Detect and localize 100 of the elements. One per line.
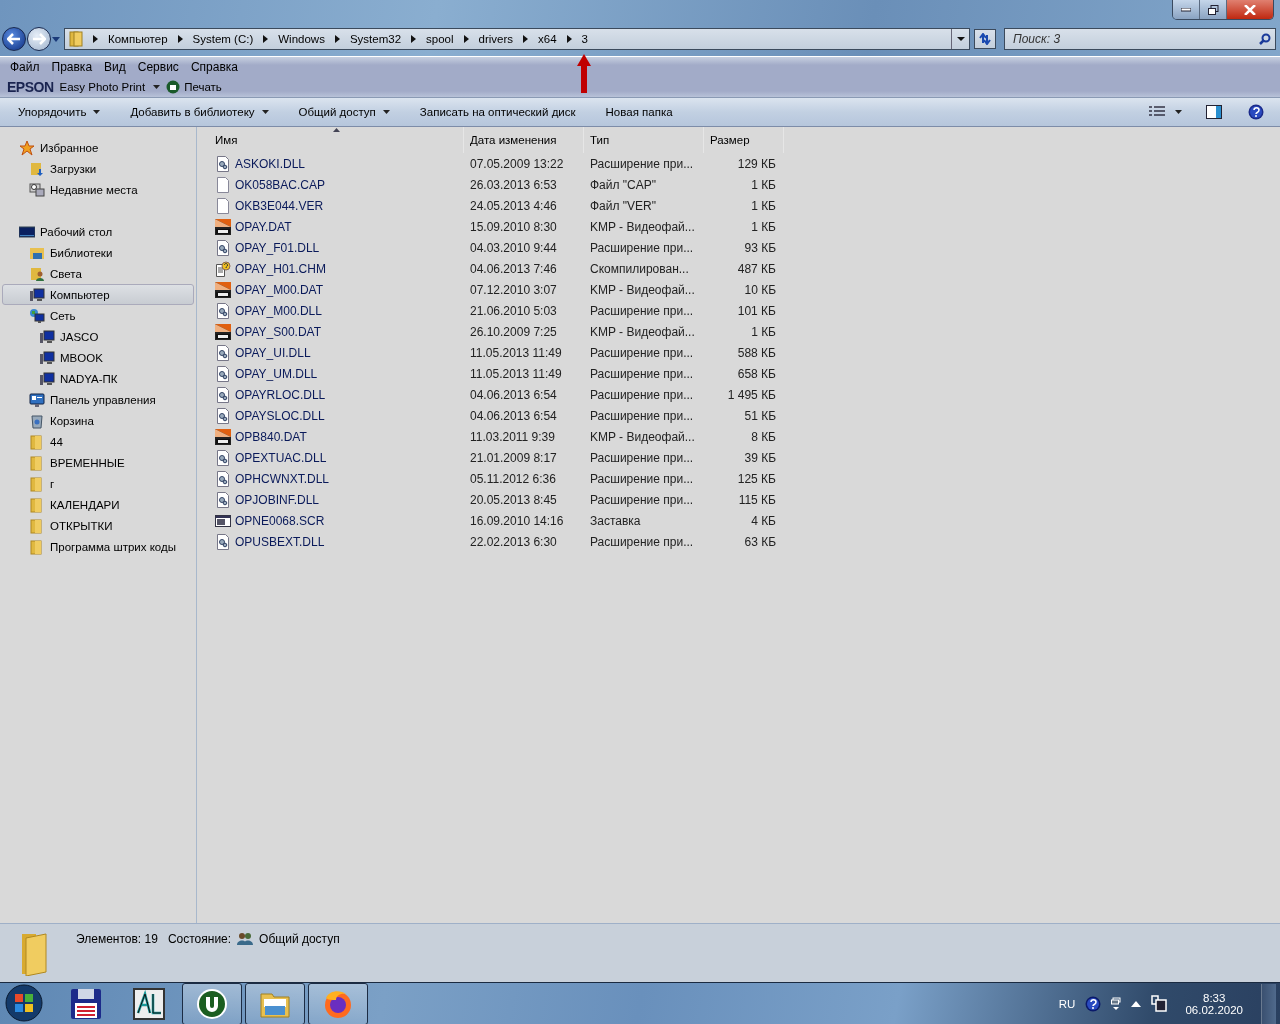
sidebar-item[interactable]: Сеть — [2, 305, 194, 326]
refresh-button[interactable] — [974, 29, 996, 49]
chevron-icon[interactable] — [177, 35, 183, 43]
chevron-icon[interactable] — [463, 35, 469, 43]
torrent-icon[interactable] — [196, 987, 228, 1020]
close-button[interactable] — [1227, 0, 1273, 19]
breadcrumb[interactable]: spool — [426, 33, 454, 45]
file-name[interactable]: OPNE0068.SCR — [235, 513, 325, 528]
chevron-icon[interactable] — [523, 35, 529, 43]
search-field[interactable]: Поиск: 3 — [1004, 28, 1276, 50]
file-name[interactable]: OPAY.DAT — [235, 219, 292, 234]
breadcrumb[interactable]: 3 — [581, 33, 588, 45]
help-button[interactable] — [1248, 104, 1264, 120]
file-name[interactable]: OPAY_F01.DLL — [235, 240, 320, 255]
taskbar-button[interactable] — [245, 982, 305, 1024]
toolbar-button[interactable]: Добавить в библиотеку — [122, 100, 277, 124]
sidebar-item[interactable]: Загрузки — [2, 158, 194, 179]
file-name[interactable]: OPJOBINF.DLL — [235, 492, 320, 507]
menu-item[interactable]: Файл — [4, 60, 46, 74]
history-dropdown-icon[interactable] — [52, 36, 60, 42]
network-icon[interactable] — [1151, 994, 1168, 1013]
breadcrumb[interactable]: Windows — [278, 33, 325, 45]
search-icon[interactable] — [1259, 33, 1271, 45]
toolbar-button[interactable]: Новая папка — [597, 100, 681, 124]
file-name[interactable]: OPUSBEXT.DLL — [235, 534, 325, 549]
file-name[interactable]: OPAY_M00.DAT — [235, 282, 324, 297]
clock[interactable]: 8:33 06.02.2020 — [1177, 991, 1251, 1016]
chevron-icon[interactable] — [411, 35, 417, 43]
help-icon[interactable] — [1085, 995, 1102, 1012]
menu-item[interactable]: Правка — [45, 60, 99, 74]
language-indicator[interactable]: RU — [1058, 997, 1076, 1010]
column-header[interactable]: Тип — [584, 127, 704, 153]
file-name[interactable]: OK058BAC.CAP — [235, 177, 326, 192]
taskbar-button[interactable] — [182, 982, 242, 1024]
sidebar-item[interactable]: Программа штрих коды — [2, 536, 194, 557]
minimize-button[interactable] — [1173, 0, 1200, 19]
sidebar-item[interactable]: Корзина — [2, 410, 194, 431]
breadcrumb[interactable]: System (C:) — [192, 33, 254, 45]
file-name[interactable]: OPHCWNXT.DLL — [235, 471, 329, 486]
sidebar-item[interactable]: ВРЕМЕННЫЕ — [2, 452, 194, 473]
network-icon — [29, 307, 45, 324]
toolbar-button[interactable]: Записать на оптический диск — [411, 100, 584, 124]
file-name[interactable]: OKB3E044.VER — [235, 198, 324, 213]
restore-button[interactable] — [1200, 0, 1227, 19]
sidebar-item[interactable]: JASCO — [2, 326, 194, 347]
app-dropdown[interactable]: Easy Photo Print — [59, 81, 161, 93]
sidebar-item[interactable]: ОТКРЫТКИ — [2, 515, 194, 536]
view-options-button[interactable] — [1149, 106, 1182, 118]
file-name[interactable]: OPB840.DAT — [235, 429, 307, 444]
file-name[interactable]: OPAYSLOC.DLL — [235, 408, 325, 423]
sidebar-item[interactable]: Избранное — [2, 137, 194, 158]
sidebar-item[interactable]: Библиотеки — [2, 242, 194, 263]
taskbar-button[interactable] — [308, 982, 368, 1024]
sidebar-item[interactable]: КАЛЕНДАРИ — [2, 494, 194, 515]
chevron-icon[interactable] — [566, 35, 572, 43]
preview-pane-button[interactable] — [1206, 105, 1222, 119]
sidebar-item[interactable]: г — [2, 473, 194, 494]
file-name[interactable]: OPAY_S00.DAT — [235, 324, 322, 339]
file-name[interactable]: ASKOKI.DLL — [235, 156, 306, 171]
toolbar-button[interactable]: Упорядочить — [10, 100, 109, 124]
sidebar-item[interactable]: Рабочий стол — [2, 221, 194, 242]
table-cell-text: Расширение при... — [589, 450, 695, 465]
menu-item[interactable]: Вид — [98, 60, 132, 74]
address-bar[interactable]: Компьютер System (C:) Windows System32 spool drivers x64 3 — [64, 28, 970, 50]
column-header[interactable]: Размер — [704, 127, 784, 153]
sidebar-item[interactable]: Недавние места — [2, 179, 194, 200]
breadcrumb[interactable]: System32 — [349, 33, 402, 45]
file-name[interactable]: OPAY_UM.DLL — [235, 366, 318, 381]
back-button[interactable] — [2, 27, 26, 51]
menu-item[interactable]: Справка — [184, 60, 244, 74]
file-name[interactable]: OPAY_M00.DLL — [235, 303, 322, 318]
item-count: Элементов: 19 — [76, 932, 158, 946]
file-name[interactable]: OPEXTUAC.DLL — [235, 450, 327, 465]
sidebar-item[interactable]: Компьютер — [2, 284, 194, 305]
sidebar-item[interactable]: NADYA-ПК — [2, 368, 194, 389]
breadcrumb[interactable]: drivers — [478, 33, 514, 45]
breadcrumb[interactable]: Компьютер — [108, 33, 168, 45]
file-name[interactable]: OPAYRLOC.DLL — [235, 387, 326, 402]
forward-button[interactable] — [27, 27, 51, 51]
printer-icon — [166, 80, 181, 94]
breadcrumb[interactable]: x64 — [538, 33, 557, 45]
video-file-icon — [215, 428, 231, 445]
chevron-icon[interactable] — [263, 35, 269, 43]
file-name[interactable]: OPAY_UI.DLL — [235, 345, 311, 360]
dll-file-icon — [215, 386, 231, 403]
toolbar-button[interactable]: Общий доступ — [290, 100, 398, 124]
sidebar-item[interactable]: MBOOK — [2, 347, 194, 368]
sidebar-item[interactable]: 44 — [2, 431, 194, 452]
column-header[interactable]: Дата изменения — [464, 127, 584, 153]
chart-app-icon[interactable] — [133, 987, 165, 1020]
sidebar-item[interactable]: Света — [2, 263, 194, 284]
sidebar-item[interactable]: Панель управления — [2, 389, 194, 410]
file-name[interactable]: OPAY_H01.CHM — [235, 261, 326, 276]
start-button[interactable] — [4, 983, 44, 1024]
menu-item[interactable]: Сервис — [131, 60, 185, 74]
show-hidden-icons[interactable] — [1131, 1000, 1142, 1007]
chevron-icon[interactable] — [93, 35, 98, 43]
windows-icon[interactable] — [1111, 996, 1122, 1011]
print-button[interactable]: Печать — [166, 80, 222, 94]
chevron-icon[interactable] — [334, 35, 340, 43]
